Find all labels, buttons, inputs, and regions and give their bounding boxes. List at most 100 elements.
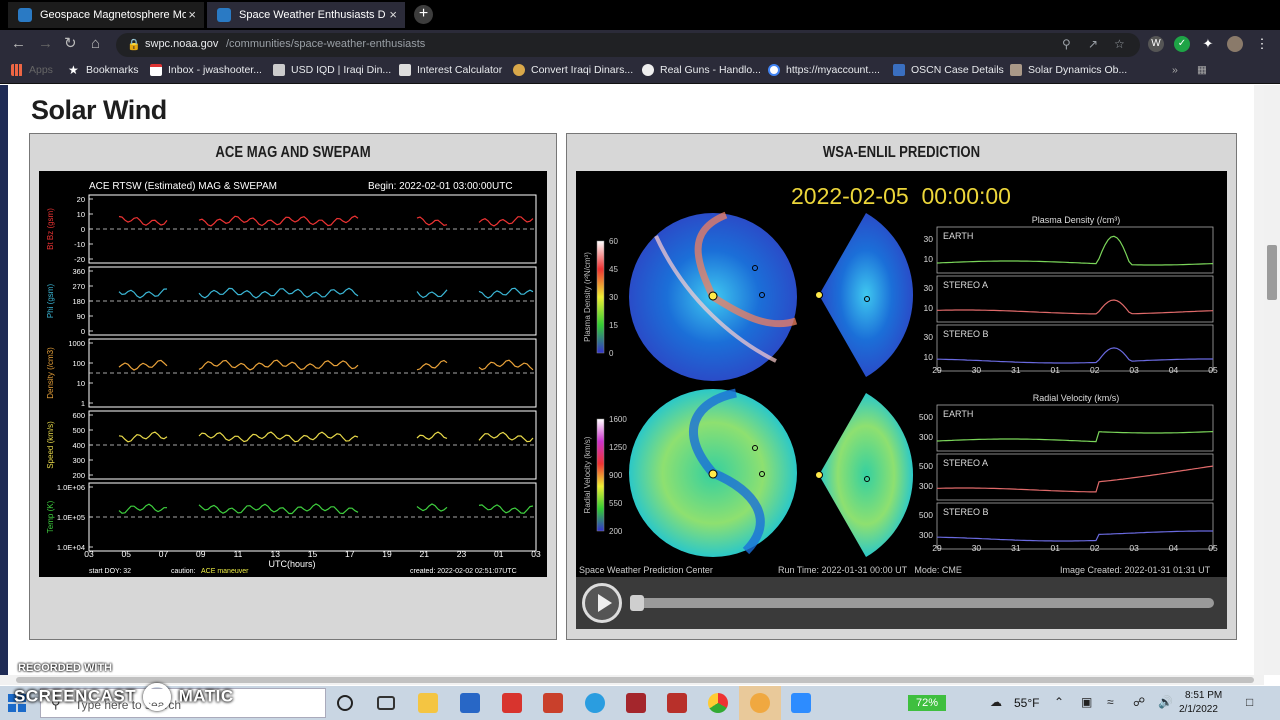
extension-check-icon[interactable]: ✓ bbox=[1174, 36, 1190, 52]
bookmark-oscn[interactable]: OSCN Case Details bbox=[893, 64, 1004, 76]
close-icon[interactable]: × bbox=[389, 7, 397, 22]
url-path: /communities/space-weather-enthusiasts bbox=[226, 38, 426, 50]
wifi-icon[interactable]: ≈ bbox=[1107, 695, 1114, 709]
store-icon[interactable] bbox=[460, 693, 480, 713]
bookmark-inbox[interactable]: Inbox - jwashooter... bbox=[150, 64, 262, 76]
enlil-animation[interactable]: 2022-02-05 00:00:00 Plasma Density (r²N/… bbox=[576, 171, 1227, 577]
enlil-probe-label: STEREO A bbox=[943, 280, 988, 290]
active-app-highlight[interactable] bbox=[739, 686, 781, 720]
reading-list-icon[interactable]: ▦ bbox=[1197, 64, 1207, 76]
bookmark-label: Apps bbox=[29, 64, 53, 76]
network-icon[interactable]: ☍ bbox=[1133, 695, 1145, 709]
bookmark-myaccount[interactable]: https://myaccount.... bbox=[768, 64, 880, 76]
new-tab-button[interactable]: + bbox=[414, 5, 433, 24]
ace-data-trace bbox=[198, 215, 359, 227]
reload-icon[interactable]: ↻ bbox=[64, 36, 77, 52]
enlil-probe-label: STEREO B bbox=[943, 507, 989, 517]
ace-row-tick: 1.0E+06 bbox=[57, 483, 85, 492]
more-bookmarks-chevron-icon[interactable]: » bbox=[1172, 64, 1178, 76]
bookmark-real-guns[interactable]: Real Guns - Handlo... bbox=[642, 64, 761, 76]
app-s-icon[interactable] bbox=[667, 693, 687, 713]
animation-timeline-slider[interactable] bbox=[630, 595, 1214, 611]
ace-plot-begin: Begin: 2022-02-01 03:00:00UTC bbox=[368, 181, 513, 192]
zoom-app-icon[interactable] bbox=[791, 693, 811, 713]
ace-x-tick: 13 bbox=[271, 549, 281, 559]
vertical-scrollbar[interactable] bbox=[1264, 85, 1280, 675]
density-colorbar bbox=[596, 240, 605, 354]
tray-chevron-up-icon[interactable]: ⌃ bbox=[1054, 695, 1064, 709]
enlil-footer-right: Image Created: 2022-01-31 01:31 UT bbox=[1060, 565, 1211, 575]
bookmark-bookmarks[interactable]: ★ Bookmarks bbox=[68, 64, 139, 76]
enlil-series-tick: 10 bbox=[924, 254, 934, 264]
noaa-favicon-icon bbox=[217, 8, 231, 22]
density-colorbar-tick: 0 bbox=[609, 349, 614, 358]
enlil-series-line bbox=[937, 465, 1214, 493]
enlil-x-tick: 29 bbox=[932, 365, 942, 375]
file-explorer-icon[interactable] bbox=[418, 693, 438, 713]
bookmark-solar-dynamics[interactable]: Solar Dynamics Ob... bbox=[1010, 64, 1127, 76]
volume-icon[interactable]: 🔊 bbox=[1158, 695, 1173, 709]
play-button[interactable] bbox=[582, 583, 622, 623]
forward-icon[interactable]: → bbox=[38, 36, 53, 52]
share-icon[interactable]: ↗ bbox=[1088, 37, 1098, 51]
home-icon[interactable]: ⌂ bbox=[91, 36, 100, 52]
cortana-icon[interactable] bbox=[337, 695, 353, 711]
bookmark-convert-iraqi[interactable]: Convert Iraqi Dinars... bbox=[513, 64, 633, 76]
ace-data-trace bbox=[478, 431, 534, 443]
zoom-icon[interactable]: ⚲ bbox=[1062, 37, 1071, 51]
lock-icon[interactable]: 🔒 bbox=[127, 38, 141, 51]
ace-row-tick: 10 bbox=[77, 210, 85, 219]
ace-data-trace bbox=[118, 215, 168, 226]
menu-kebab-icon[interactable]: ⋮ bbox=[1254, 36, 1270, 52]
tab-space-weather[interactable]: Space Weather Enthusiasts Dash × bbox=[207, 2, 405, 28]
notifications-icon[interactable]: □ bbox=[1246, 695, 1253, 709]
extension-w-icon[interactable]: W bbox=[1148, 36, 1164, 52]
density-colorbar-tick: 15 bbox=[609, 321, 618, 330]
enlil-x-tick: 01 bbox=[1051, 365, 1061, 375]
ace-row-tick: 10 bbox=[77, 379, 85, 388]
ace-data-trace bbox=[198, 503, 359, 515]
app-red-icon[interactable] bbox=[502, 693, 522, 713]
ace-data-trace bbox=[478, 359, 534, 371]
access-icon[interactable] bbox=[626, 693, 646, 713]
extensions-puzzle-icon[interactable]: ✦ bbox=[1200, 36, 1216, 52]
enlil-series-tick: 500 bbox=[919, 510, 933, 520]
chrome-icon[interactable] bbox=[708, 693, 728, 713]
clock-time[interactable]: 8:51 PM bbox=[1185, 690, 1222, 701]
ace-data-trace bbox=[478, 287, 534, 299]
ace-data-trace bbox=[416, 431, 448, 440]
address-bar[interactable]: 🔒 swpc.noaa.gov /communities/space-weath… bbox=[116, 33, 1140, 57]
velocity-colorbar-tick: 550 bbox=[609, 499, 623, 508]
battery-indicator[interactable]: 72% bbox=[908, 695, 946, 711]
timeline-handle[interactable] bbox=[630, 595, 644, 611]
bookmark-interest-calculator[interactable]: Interest Calculator bbox=[399, 64, 502, 76]
task-view-icon[interactable] bbox=[377, 696, 395, 710]
screencast-watermark-top: RECORDED WITH bbox=[18, 662, 113, 674]
bookmark-label: Convert Iraqi Dinars... bbox=[531, 64, 634, 76]
velocity-colorbar-tick: 200 bbox=[609, 527, 623, 536]
bookmark-star-icon[interactable]: ☆ bbox=[1114, 37, 1125, 51]
tray-app-icon[interactable]: ▣ bbox=[1081, 695, 1092, 709]
close-icon[interactable]: × bbox=[188, 7, 196, 22]
edge-icon[interactable] bbox=[585, 693, 605, 713]
bookmark-usd-iqd[interactable]: USD IQD | Iraqi Din... bbox=[273, 64, 391, 76]
bookmark-apps[interactable]: Apps bbox=[11, 64, 53, 76]
weather-icon[interactable]: ☁ bbox=[990, 695, 1002, 709]
tab-geospace[interactable]: Geospace Magnetosphere Movi × bbox=[8, 2, 204, 28]
vertical-scrollbar-thumb[interactable] bbox=[1267, 245, 1277, 300]
ace-plot[interactable]: ACE RTSW (Estimated) MAG & SWEPAM Begin:… bbox=[39, 171, 547, 577]
enlil-x-tick: 03 bbox=[1129, 543, 1139, 553]
back-icon[interactable]: ← bbox=[11, 36, 26, 52]
profile-avatar[interactable] bbox=[1227, 36, 1243, 52]
enlil-series-tick: 30 bbox=[924, 234, 934, 244]
enlil-x-tick: 31 bbox=[1011, 365, 1021, 375]
clock-date[interactable]: 2/1/2022 bbox=[1179, 704, 1218, 715]
ace-panel-title: ACE MAG AND SWEPAM bbox=[215, 144, 371, 161]
app-book-icon[interactable] bbox=[543, 693, 563, 713]
weather-temp[interactable]: 55°F bbox=[1014, 696, 1039, 710]
enlil-x-tick: 03 bbox=[1129, 365, 1139, 375]
enlil-series-line bbox=[937, 347, 1213, 364]
url-host: swpc.noaa.gov bbox=[145, 38, 219, 50]
ace-row-tick: 1000 bbox=[68, 339, 85, 348]
ace-row-tick: 600 bbox=[72, 411, 85, 420]
